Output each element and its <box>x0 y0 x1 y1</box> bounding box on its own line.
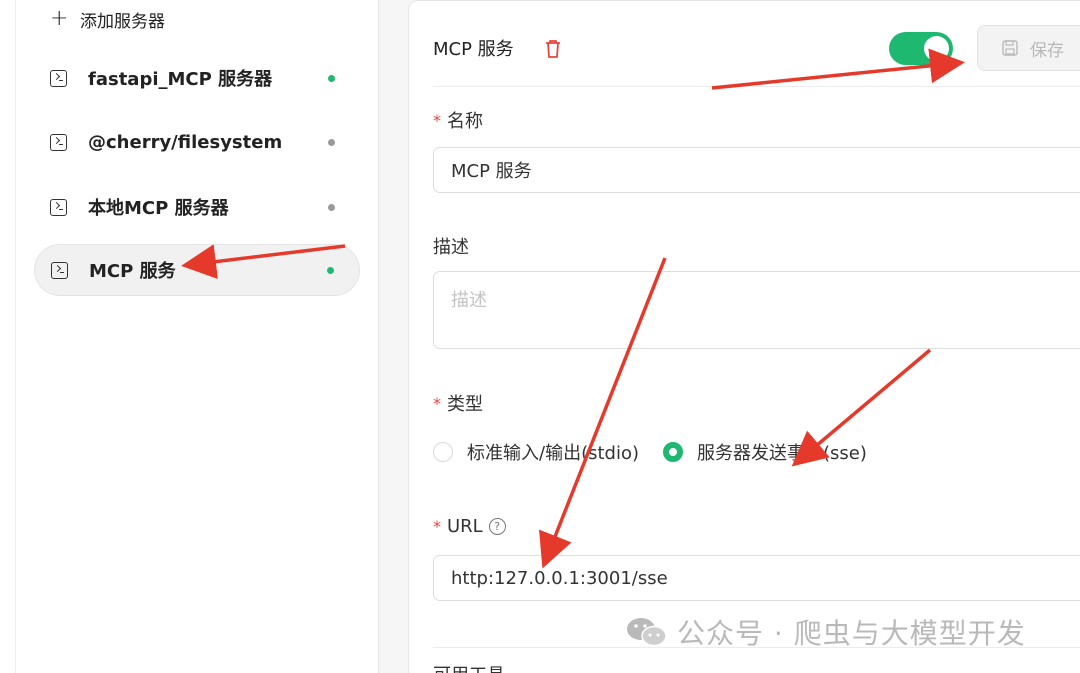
sidebar-item-local-mcp[interactable]: 本地MCP 服务器 <box>34 181 360 233</box>
type-field-label: * 类型 <box>433 390 483 416</box>
terminal-icon <box>50 133 67 151</box>
add-server-button[interactable]: + 添加服务器 <box>50 6 165 32</box>
server-name: MCP 服务 <box>89 261 176 282</box>
status-dot <box>328 203 335 211</box>
server-name: fastapi_MCP 服务器 <box>88 69 273 90</box>
plus-icon: + <box>50 6 69 31</box>
trash-icon[interactable] <box>544 39 562 59</box>
header-divider <box>433 86 1080 87</box>
wechat-icon <box>627 618 667 647</box>
sidebar: + 添加服务器 fastapi_MCP 服务器 @cherry/filesyst… <box>0 0 379 673</box>
type-radio-group: 标准输入/输出(stdio) 服务器发送事件(sse) <box>433 439 891 465</box>
required-marker: * <box>433 517 441 536</box>
url-label-text: URL <box>447 516 483 537</box>
required-marker: * <box>433 393 441 413</box>
server-name: 本地MCP 服务器 <box>88 198 229 219</box>
panel-title: MCP 服务 <box>433 39 514 60</box>
name-input[interactable]: MCP 服务 <box>433 147 1080 193</box>
add-server-label: 添加服务器 <box>80 11 165 32</box>
required-marker: * <box>433 110 441 130</box>
sidebar-item-fastapi-mcp[interactable]: fastapi_MCP 服务器 <box>34 52 360 104</box>
radio-button[interactable] <box>433 442 453 462</box>
radio-option-sse[interactable]: 服务器发送事件(sse) <box>662 439 867 465</box>
radio-label: 服务器发送事件(sse) <box>696 443 867 464</box>
desc-label-text: 描述 <box>433 237 469 258</box>
url-field-label: * URL ? <box>433 516 506 537</box>
help-icon[interactable]: ? <box>488 518 506 535</box>
toggle-knob <box>924 36 949 61</box>
save-button[interactable]: 保存 <box>977 25 1080 71</box>
sidebar-item-mcp-service[interactable]: MCP 服务 <box>34 244 360 296</box>
type-label-text: 类型 <box>447 394 483 415</box>
enable-toggle[interactable] <box>889 32 953 65</box>
terminal-icon <box>50 198 67 216</box>
tools-section-label: 可用工具 <box>433 661 505 673</box>
radio-label: 标准输入/输出(stdio) <box>467 443 639 464</box>
url-input[interactable]: http:127.0.0.1:3001/sse <box>433 555 1080 601</box>
radio-button-checked[interactable] <box>662 442 683 462</box>
sidebar-border <box>378 0 379 673</box>
radio-option-stdio[interactable]: 标准输入/输出(stdio) <box>433 439 639 465</box>
sidebar-item-cherry-filesystem[interactable]: @cherry/filesystem <box>34 116 360 168</box>
terminal-icon <box>50 69 67 87</box>
desc-field-label: 描述 <box>433 233 469 259</box>
server-name: @cherry/filesystem <box>88 131 283 153</box>
status-dot <box>328 74 335 82</box>
name-field-label: * 名称 <box>433 107 483 133</box>
watermark: 公众号 · 爬虫与大模型开发 <box>625 612 1026 652</box>
save-icon <box>1002 40 1018 56</box>
server-settings-panel: MCP 服务 保存 * 名称 MCP 服务 描述 描述 * 类型 标准输入/输出… <box>408 0 1080 673</box>
watermark-text: 公众号 · 爬虫与大模型开发 <box>677 617 1026 650</box>
save-label: 保存 <box>1030 40 1064 61</box>
status-dot <box>327 266 334 274</box>
terminal-icon <box>51 261 68 279</box>
description-textarea[interactable]: 描述 <box>433 271 1080 349</box>
status-dot <box>328 138 335 146</box>
name-label-text: 名称 <box>447 111 483 132</box>
sidebar-divider <box>15 0 16 673</box>
